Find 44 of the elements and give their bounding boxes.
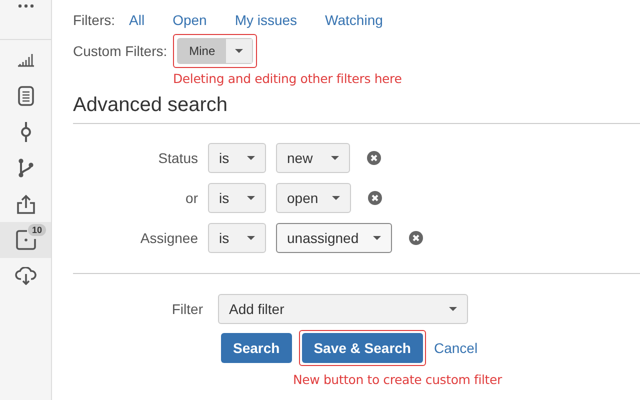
filter-link[interactable]: My issues xyxy=(234,12,298,28)
annotation-note: New button to create custom filter xyxy=(293,372,504,387)
document-icon[interactable] xyxy=(18,86,34,106)
search-button[interactable]: Save & Search xyxy=(302,333,423,363)
field-label: Assignee xyxy=(139,230,198,246)
remove-icon[interactable] xyxy=(367,151,381,165)
caret-icon xyxy=(235,49,244,53)
value-dropdown[interactable]: unassigned xyxy=(276,223,392,253)
field-label: Status xyxy=(157,150,198,166)
search-button[interactable]: Search xyxy=(221,333,292,363)
remove-icon[interactable] xyxy=(408,231,423,245)
caret-icon xyxy=(332,196,340,200)
operator-dropdown[interactable]: is xyxy=(208,223,266,253)
caret-icon xyxy=(247,236,255,240)
sidebar-item[interactable]: 10 xyxy=(0,222,51,258)
operator-dropdown[interactable]: is xyxy=(208,183,266,213)
cancel-link[interactable]: Cancel xyxy=(434,340,478,356)
remove-icon[interactable] xyxy=(368,191,382,205)
count-badge: 10 xyxy=(28,224,46,236)
value-dropdown[interactable]: open xyxy=(276,183,352,213)
add-filter-dropdown[interactable]: Add filter xyxy=(218,294,468,324)
caret-icon xyxy=(247,156,255,160)
caret-icon xyxy=(449,307,457,311)
filter-link[interactable]: Open xyxy=(172,12,207,28)
caret-icon xyxy=(331,156,339,160)
value-dropdown[interactable]: new xyxy=(276,143,350,173)
commit-icon[interactable] xyxy=(20,121,32,143)
branch-icon[interactable] xyxy=(16,158,34,178)
section-heading: Advanced search xyxy=(73,94,640,124)
field-label: or xyxy=(184,190,198,206)
caret-icon xyxy=(247,196,255,200)
filter-link[interactable]: Watching xyxy=(325,12,383,28)
field-label: Filter xyxy=(170,301,203,317)
upload-icon[interactable] xyxy=(16,194,36,214)
cloud-download-icon[interactable] xyxy=(14,267,36,285)
caret-icon xyxy=(372,236,381,240)
custom-filters-label: Custom Filters: xyxy=(73,43,168,59)
operator-dropdown[interactable]: is xyxy=(208,143,266,173)
custom-filter-dropdown[interactable]: Mine xyxy=(177,38,254,64)
filters-label: Filters: xyxy=(73,12,115,28)
more-icon[interactable] xyxy=(18,4,34,8)
annotation-note: Deleting and editing other filters here xyxy=(173,71,403,86)
filter-link[interactable]: All xyxy=(129,12,145,28)
bar-chart-icon[interactable] xyxy=(16,53,34,67)
